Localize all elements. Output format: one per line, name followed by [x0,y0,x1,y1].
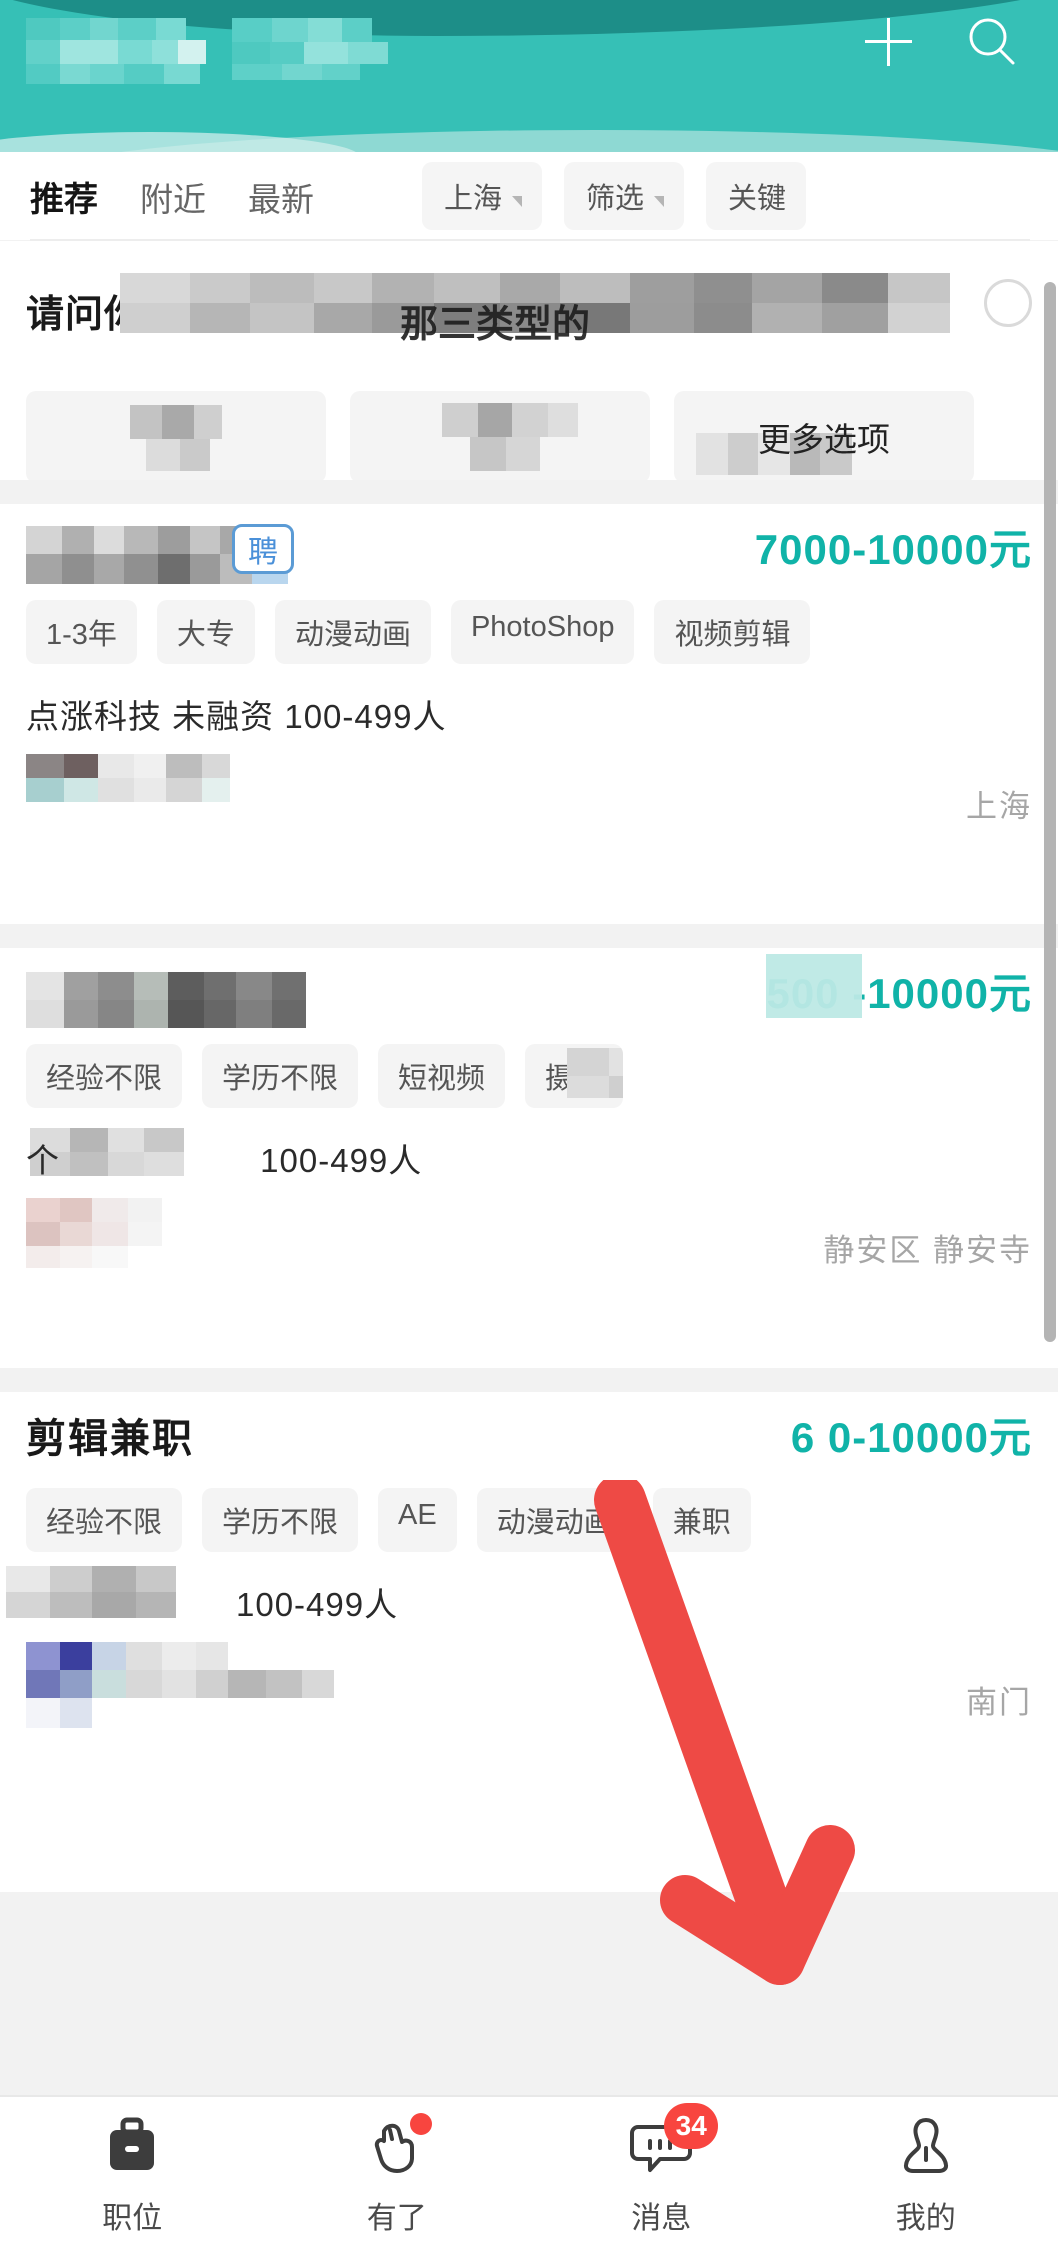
vertical-scrollbar[interactable] [1044,282,1056,1342]
job-card-1-tags: 1-3年 大专 动漫动画 PhotoShop 视频剪辑 [0,600,1058,664]
job-card-3-location: 南门 [966,1685,1032,1720]
job-tag: 动漫动画 [476,1488,633,1552]
job-card-2-location: 静安区 静安寺 [823,1233,1032,1268]
survey-option-more[interactable]: 更多选项 [674,391,974,480]
nav-item-profile-label: 我的 [895,2202,956,2235]
survey-option-1[interactable] [26,391,326,480]
job-tag: AE [378,1488,457,1552]
header-title-redacted [26,18,206,84]
survey-card: 请问你 那三类型的 更多选项 [0,241,1058,480]
job-card-2-tags: 经验不限 学历不限 短视频 摄影 [0,1044,1058,1108]
filter-chip-filter[interactable]: 筛选 [564,162,685,230]
job-tag: PhotoShop [450,600,635,664]
job-card-3-company: 100-499人 [0,1566,1058,1626]
survey-option-more-label: 更多选项 [758,421,890,458]
job-card-1-logo-redacted [26,754,316,802]
job-card-2-salary-redacted [766,954,862,1018]
header-actions [860,14,1020,70]
filter-chip-list: 上海 筛选 关键 [422,162,807,230]
chat-bubble-icon: 34 [630,2103,719,2177]
chevron-down-icon [654,195,665,207]
job-card-2-company-label: 100-499人 [260,1142,423,1179]
nav-item-profile[interactable]: 我的 [794,2115,1058,2237]
briefcase-icon [101,2115,163,2177]
app-header [0,0,1058,152]
job-card-1-badge: 聘 [232,524,294,574]
filter-chip-filter-label: 筛选 [586,183,645,215]
hand-tap-icon [366,2113,432,2177]
job-card-3[interactable]: 剪辑兼职 6 0-10000元 经验不限 学历不限 AE 动漫动画 兼职 100… [0,1392,1058,1892]
filter-chip-city-label: 上海 [444,183,503,215]
list-gap-2 [0,924,1058,948]
nav-item-liked-label: 有了 [366,2202,427,2235]
job-tag: 1-3年 [26,600,137,664]
job-tag: 大专 [156,600,255,664]
job-card-3-title: 剪辑兼职 [26,1417,194,1461]
job-card-1-logo-row: 上海 [0,748,1058,844]
tab-latest[interactable]: 最新 [248,173,314,221]
nav-item-jobs-label: 职位 [102,2202,163,2235]
notification-dot [409,2113,432,2135]
tab-bar: 推荐 附近 最新 上海 筛选 关键 [0,152,1058,240]
job-tag: 经验不限 [26,1044,183,1108]
job-tag: 经验不限 [26,1488,183,1552]
nav-item-messages-label: 消息 [631,2202,692,2235]
bottom-navigation: 职位 有了 34 消息 我的 [0,2095,1058,2257]
tab-list: 推荐 附近 最新 [0,172,314,221]
search-icon[interactable] [964,14,1020,70]
header-subtitle-redacted [232,18,400,80]
survey-option-2[interactable] [350,391,650,480]
job-card-2-head: 500 -10000元 [0,948,1058,1044]
job-card-2-logo-row: 静安区 静安寺 [0,1192,1058,1288]
job-tag: 动漫动画 [274,600,431,664]
nav-item-jobs[interactable]: 职位 [0,2115,265,2237]
job-card-3-logo-redacted [26,1642,346,1728]
job-card-3-salary: 6 0-10000元 [790,1414,1032,1461]
filter-chip-keyword-label: 关键 [728,183,787,215]
nav-item-liked[interactable]: 有了 [265,2113,530,2237]
tab-recommend[interactable]: 推荐 [30,172,98,221]
job-tag: 摄影 [525,1044,624,1108]
list-gap-1 [0,480,1058,504]
job-card-2-title-redacted [26,972,326,1028]
survey-question-fragment: 那三类型的 [400,304,591,346]
job-tag: 兼职 [652,1488,751,1552]
job-tag: 短视频 [378,1044,506,1108]
job-tag: 学历不限 [202,1488,359,1552]
job-card-2[interactable]: 500 -10000元 经验不限 学历不限 短视频 摄影 [0,948,1058,1368]
job-card-3-logo-row: 南门 [0,1636,1058,1756]
close-circle-icon[interactable] [984,279,1032,327]
header-wave-bottom-left [0,132,360,152]
job-card-1-salary: 7000-10000元 [754,526,1032,573]
tab-nearby[interactable]: 附近 [140,173,206,221]
list-gap-4 [0,1892,1058,2062]
job-card-2-logo-redacted [26,1198,236,1268]
message-count-badge: 34 [664,2103,719,2149]
job-card-3-company-label: 100-499人 [236,1586,399,1623]
chevron-down-icon [512,195,523,207]
job-card-1-company: 点涨科技 未融资 100-499人 [26,698,447,735]
filter-chip-city[interactable]: 上海 [422,162,543,230]
person-icon [895,2115,957,2177]
survey-options: 更多选项 [26,391,974,480]
filter-chip-keyword[interactable]: 关键 [706,162,807,230]
list-gap-3 [0,1368,1058,1392]
job-tag: 视频剪辑 [654,600,811,664]
job-card-1[interactable]: 聘 7000-10000元 1-3年 大专 动漫动画 PhotoShop 视频剪… [0,504,1058,924]
app-root: 推荐 附近 最新 上海 筛选 关键 请问你 那三类型的 更多选项 聘 7000-… [0,0,1058,2257]
job-tag: 学历不限 [202,1044,359,1108]
job-card-3-head: 剪辑兼职 6 0-10000元 [0,1392,1058,1488]
nav-item-messages[interactable]: 34 消息 [529,2103,794,2237]
job-card-2-company: 个 100-499人 [0,1128,1058,1182]
job-card-1-head: 聘 7000-10000元 [0,504,1058,600]
plus-icon[interactable] [860,14,916,70]
job-card-1-location: 上海 [966,789,1032,824]
job-card-3-tags: 经验不限 学历不限 AE 动漫动画 兼职 [0,1488,1058,1552]
